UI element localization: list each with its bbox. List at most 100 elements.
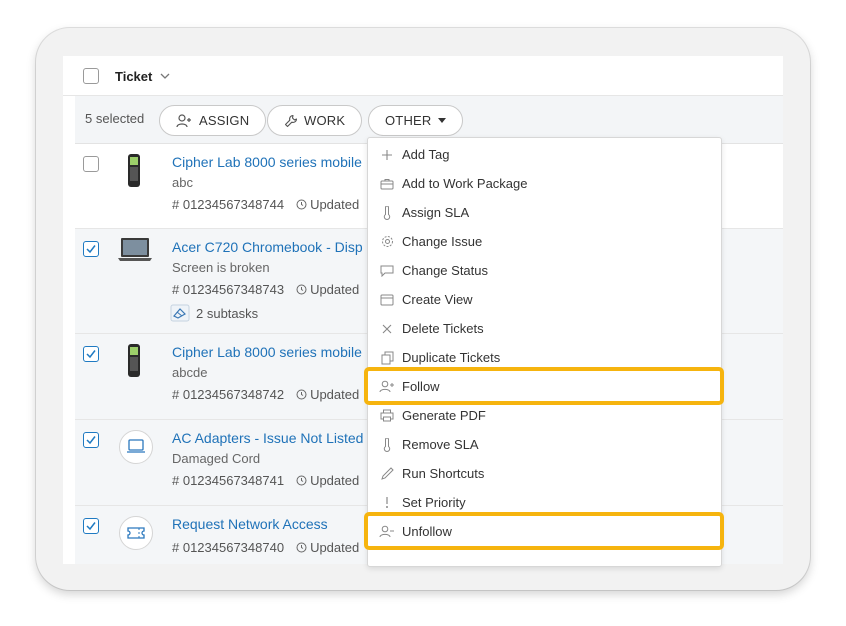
menu-item-label: Create View — [402, 292, 473, 307]
menu-item-run-shortcuts[interactable]: Run Shortcuts — [368, 459, 721, 488]
ticket-meta: # 01234567348743 Updated — [172, 282, 359, 297]
assign-label: ASSIGN — [199, 113, 250, 128]
ticket-meta: # 01234567348741 Updated — [172, 473, 359, 488]
ticket-number: # 01234567348744 — [172, 197, 285, 212]
pencil-icon — [379, 466, 395, 482]
ticket-number: # 01234567348741 — [172, 473, 285, 488]
menu-item-create-view[interactable]: Create View — [368, 285, 721, 314]
category-avatar — [119, 516, 153, 550]
mobile-scanner-icon — [128, 154, 140, 187]
updated-info: Updated — [296, 540, 359, 555]
subtasks-icon — [170, 304, 190, 322]
menu-item-label: Assign SLA — [402, 205, 470, 220]
clock-icon — [296, 199, 307, 210]
plus-icon — [379, 147, 395, 163]
menu-item-change-issue[interactable]: Change Issue — [368, 227, 721, 256]
select-all-checkbox[interactable] — [83, 68, 99, 84]
thermometer-icon — [379, 205, 395, 221]
updated-label: Updated — [310, 387, 360, 402]
ticket-number: # 01234567348742 — [172, 387, 285, 402]
menu-item-generate-pdf[interactable]: Generate PDF — [368, 401, 721, 430]
ticket-meta: # 01234567348744 Updated — [172, 197, 359, 212]
updated-label: Updated — [310, 282, 360, 297]
updated-info: Updated — [296, 197, 359, 212]
ticket-number: # 01234567348740 — [172, 540, 285, 555]
menu-item-label: Run Shortcuts — [402, 466, 485, 481]
menu-item-label: Delete Tickets — [402, 321, 484, 336]
laptop-outline-icon — [127, 439, 145, 453]
wrench-icon — [284, 114, 298, 127]
column-title-ticket[interactable]: Ticket — [115, 69, 152, 84]
ticket-icon — [127, 527, 145, 539]
other-label: OTHER — [385, 113, 432, 128]
sort-caret-icon[interactable] — [160, 73, 170, 80]
updated-info: Updated — [296, 282, 359, 297]
category-avatar — [119, 430, 153, 464]
row-checkbox[interactable] — [83, 432, 99, 448]
menu-item-label: Duplicate Tickets — [402, 350, 501, 365]
menu-item-remove-sla[interactable]: Remove SLA — [368, 430, 721, 459]
ticket-title[interactable]: Acer C720 Chromebook - Disp — [172, 239, 363, 255]
caret-down-icon — [437, 118, 446, 123]
follow-highlight — [364, 367, 724, 405]
checkmark-icon — [86, 350, 96, 359]
mobile-scanner-icon — [128, 344, 140, 377]
unfollow-highlight — [364, 512, 724, 550]
list-header: Ticket — [63, 56, 783, 96]
updated-label: Updated — [310, 197, 360, 212]
exclamation-icon — [379, 495, 395, 511]
work-button[interactable]: WORK — [267, 105, 363, 136]
ticket-meta: # 01234567348742 Updated — [172, 387, 359, 402]
updated-info: Updated — [296, 387, 359, 402]
updated-label: Updated — [310, 540, 360, 555]
row-checkbox[interactable] — [83, 156, 99, 172]
assign-button[interactable]: ASSIGN — [159, 105, 267, 136]
row-checkbox[interactable] — [83, 518, 99, 534]
copy-icon — [379, 350, 395, 366]
other-button[interactable]: OTHER — [368, 105, 463, 136]
menu-item-label: Add Tag — [402, 147, 450, 162]
laptop-icon — [118, 238, 152, 261]
ticket-subtitle: abc — [172, 175, 193, 190]
ticket-subtitle: abcde — [172, 365, 208, 380]
work-label: WORK — [304, 113, 346, 128]
updated-info: Updated — [296, 473, 359, 488]
checkmark-icon — [86, 522, 96, 531]
menu-item-delete-tickets[interactable]: Delete Tickets — [368, 314, 721, 343]
menu-item-assign-sla[interactable]: Assign SLA — [368, 198, 721, 227]
flag-icon — [379, 263, 395, 279]
clock-icon — [296, 284, 307, 295]
ticket-title[interactable]: AC Adapters - Issue Not Listed — [172, 430, 363, 446]
ticket-meta: # 01234567348740 Updated — [172, 540, 359, 555]
checkmark-icon — [86, 436, 96, 445]
gear-icon — [379, 234, 395, 250]
ticket-title[interactable]: Request Network Access — [172, 516, 328, 532]
row-checkbox[interactable] — [83, 241, 99, 257]
clock-icon — [296, 542, 307, 553]
briefcase-icon — [379, 176, 395, 192]
row-checkbox[interactable] — [83, 346, 99, 362]
clock-icon — [296, 475, 307, 486]
subtasks-link[interactable]: 2 subtasks — [170, 304, 258, 322]
updated-label: Updated — [310, 473, 360, 488]
menu-item-add-tag[interactable]: Add Tag — [368, 140, 721, 169]
menu-item-label: Add to Work Package — [402, 176, 528, 191]
ticket-number: # 01234567348743 — [172, 282, 285, 297]
subtasks-label: 2 subtasks — [196, 305, 259, 321]
menu-item-label: Set Priority — [402, 495, 466, 510]
checkmark-icon — [86, 245, 96, 254]
ticket-title[interactable]: Cipher Lab 8000 series mobile — [172, 154, 362, 170]
ticket-subtitle: Damaged Cord — [172, 451, 261, 466]
ticket-title[interactable]: Cipher Lab 8000 series mobile — [172, 344, 362, 360]
menu-item-label: Remove SLA — [402, 437, 479, 452]
user-plus-icon — [176, 113, 191, 127]
menu-item-label: Change Issue — [402, 234, 483, 249]
menu-item-label: Generate PDF — [402, 408, 486, 423]
menu-item-change-status[interactable]: Change Status — [368, 256, 721, 285]
menu-item-label: Change Status — [402, 263, 489, 278]
other-actions-menu: Add Tag Add to Work Package Assign SLA C… — [367, 137, 722, 567]
menu-item-add-to-work-package[interactable]: Add to Work Package — [368, 169, 721, 198]
window-icon — [379, 292, 395, 308]
close-icon — [379, 321, 395, 337]
thermometer-icon — [379, 437, 395, 453]
